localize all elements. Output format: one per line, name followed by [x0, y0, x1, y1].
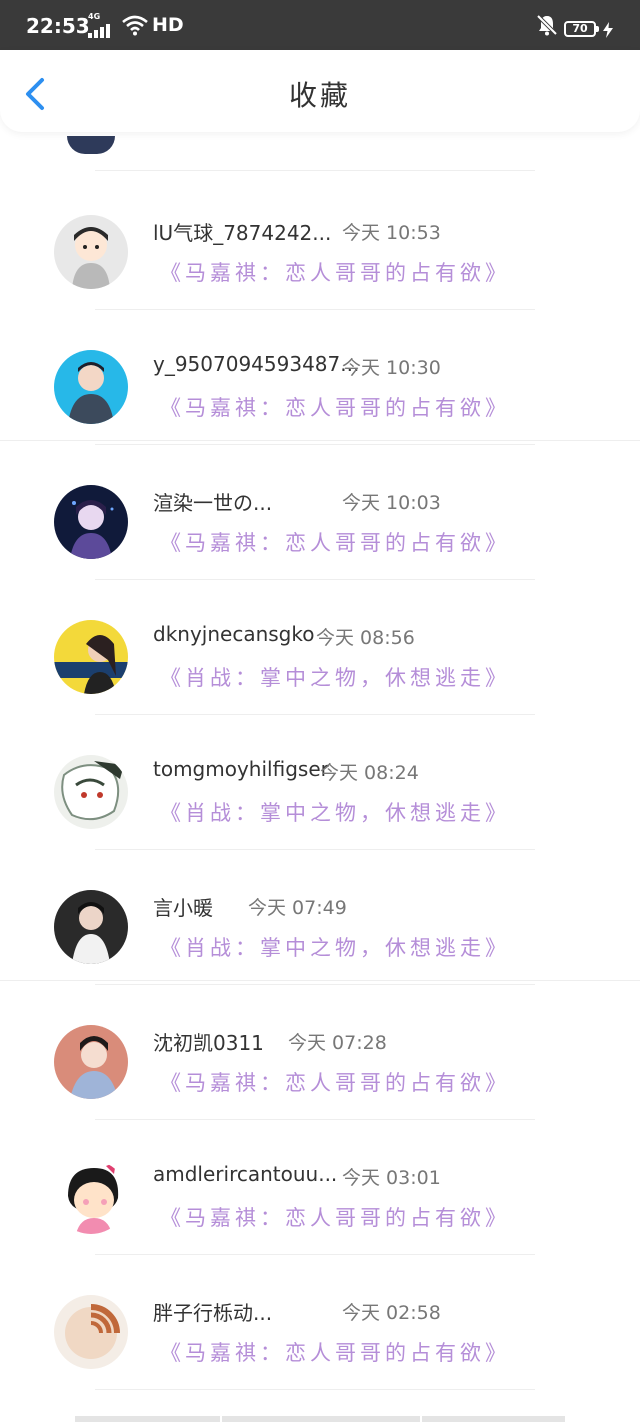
timestamp: 今天 10:03	[342, 492, 441, 514]
charging-icon	[603, 22, 613, 38]
list-item[interactable]: tomgmoyhilfigser 今天 08:24 《肖战：掌中之物，休想逃走》	[0, 715, 640, 850]
divider	[95, 1389, 535, 1390]
avatar[interactable]	[54, 1295, 128, 1369]
avatar[interactable]	[54, 485, 128, 559]
list-item[interactable]: lU气球_7874242... 今天 10:53 《马嘉祺：恋人哥哥的占有欲》	[0, 175, 640, 310]
user-name: y_9507094593487...	[153, 352, 360, 376]
novel-title[interactable]: 《肖战：掌中之物，休想逃走》	[160, 662, 510, 692]
hd-indicator: HD	[152, 14, 184, 36]
status-time: 22:53	[26, 14, 90, 38]
user-name: dknyjnecansgko	[153, 622, 315, 646]
page-title: 收藏	[288, 79, 351, 112]
timestamp: 今天 03:01	[342, 1167, 441, 1189]
list-item[interactable]: 胖子行栎动... 今天 02:58 《马嘉祺：恋人哥哥的占有欲》	[0, 1255, 640, 1390]
divider	[0, 980, 640, 981]
novel-title[interactable]: 《肖战：掌中之物，休想逃走》	[160, 797, 510, 827]
signal-icon: 4G	[88, 12, 118, 38]
novel-title[interactable]: 《马嘉祺：恋人哥哥的占有欲》	[160, 1337, 510, 1367]
timestamp: 今天 10:53	[342, 222, 441, 244]
divider	[0, 440, 640, 441]
timestamp: 今天 10:30	[342, 357, 441, 379]
avatar[interactable]	[54, 620, 128, 694]
novel-title[interactable]: 《马嘉祺：恋人哥哥的占有欲》	[160, 527, 510, 557]
list-item[interactable]: 言小暖 今天 07:49 《肖战：掌中之物，休想逃走》	[0, 850, 640, 985]
list-item[interactable]: 沈初凯0311 今天 07:28 《马嘉祺：恋人哥哥的占有欲》	[0, 985, 640, 1120]
list-item[interactable]: y_9507094593487... 今天 10:30 《马嘉祺：恋人哥哥的占有…	[0, 310, 640, 445]
timestamp: 今天 07:28	[288, 1032, 387, 1054]
list-item[interactable]: 渲染一世の... 今天 10:03 《马嘉祺：恋人哥哥的占有欲》	[0, 445, 640, 580]
avatar[interactable]	[54, 1025, 128, 1099]
favorites-list: 渲染一世の... 今天 10:03 《马嘉祺：恋人哥哥的占有欲》 dknyjne…	[0, 445, 640, 985]
user-name: 渲染一世の...	[153, 491, 273, 515]
timestamp: 今天 07:49	[248, 897, 347, 919]
list-item[interactable]: amdlerircantouu... 今天 03:01 《马嘉祺：恋人哥哥的占有…	[0, 1120, 640, 1255]
user-name: tomgmoyhilfigser	[153, 757, 329, 781]
novel-title[interactable]: 《马嘉祺：恋人哥哥的占有欲》	[160, 1067, 510, 1097]
list-item[interactable]: dknyjnecansgko 今天 08:56 《肖战：掌中之物，休想逃走》	[0, 580, 640, 715]
status-bar: 22:53 4G HD 70	[0, 0, 640, 50]
network-type: 4G	[88, 12, 101, 21]
avatar[interactable]	[54, 350, 128, 424]
timestamp: 今天 08:56	[316, 627, 415, 649]
battery-icon: 70	[564, 21, 599, 37]
avatar[interactable]	[54, 890, 128, 964]
avatar[interactable]	[54, 1160, 128, 1234]
favorites-list: 沈初凯0311 今天 07:28 《马嘉祺：恋人哥哥的占有欲》 amdlerir…	[0, 985, 640, 1390]
user-name: 言小暖	[153, 896, 213, 920]
avatar[interactable]	[54, 215, 128, 289]
mute-icon	[536, 14, 558, 36]
user-name: 沈初凯0311	[153, 1031, 264, 1055]
user-name: amdlerircantouu...	[153, 1162, 338, 1186]
novel-title[interactable]: 《肖战：掌中之物，休想逃走》	[160, 932, 510, 962]
timestamp: 今天 02:58	[342, 1302, 441, 1324]
favorites-list: lU气球_7874242... 今天 10:53 《马嘉祺：恋人哥哥的占有欲》 …	[0, 175, 640, 445]
timestamp: 今天 08:24	[320, 762, 419, 784]
user-name: lU气球_7874242...	[153, 221, 332, 245]
avatar[interactable]	[67, 136, 115, 154]
user-name: 胖子行栎动...	[153, 1301, 273, 1325]
divider	[95, 170, 535, 171]
bottom-scrollbar	[75, 1416, 565, 1422]
page-header: 收藏	[0, 50, 640, 132]
novel-title[interactable]: 《马嘉祺：恋人哥哥的占有欲》	[160, 257, 510, 287]
novel-title[interactable]: 《马嘉祺：恋人哥哥的占有欲》	[160, 1202, 510, 1232]
novel-title[interactable]: 《马嘉祺：恋人哥哥的占有欲》	[160, 392, 510, 422]
wifi-icon	[122, 15, 148, 36]
avatar[interactable]	[54, 755, 128, 829]
